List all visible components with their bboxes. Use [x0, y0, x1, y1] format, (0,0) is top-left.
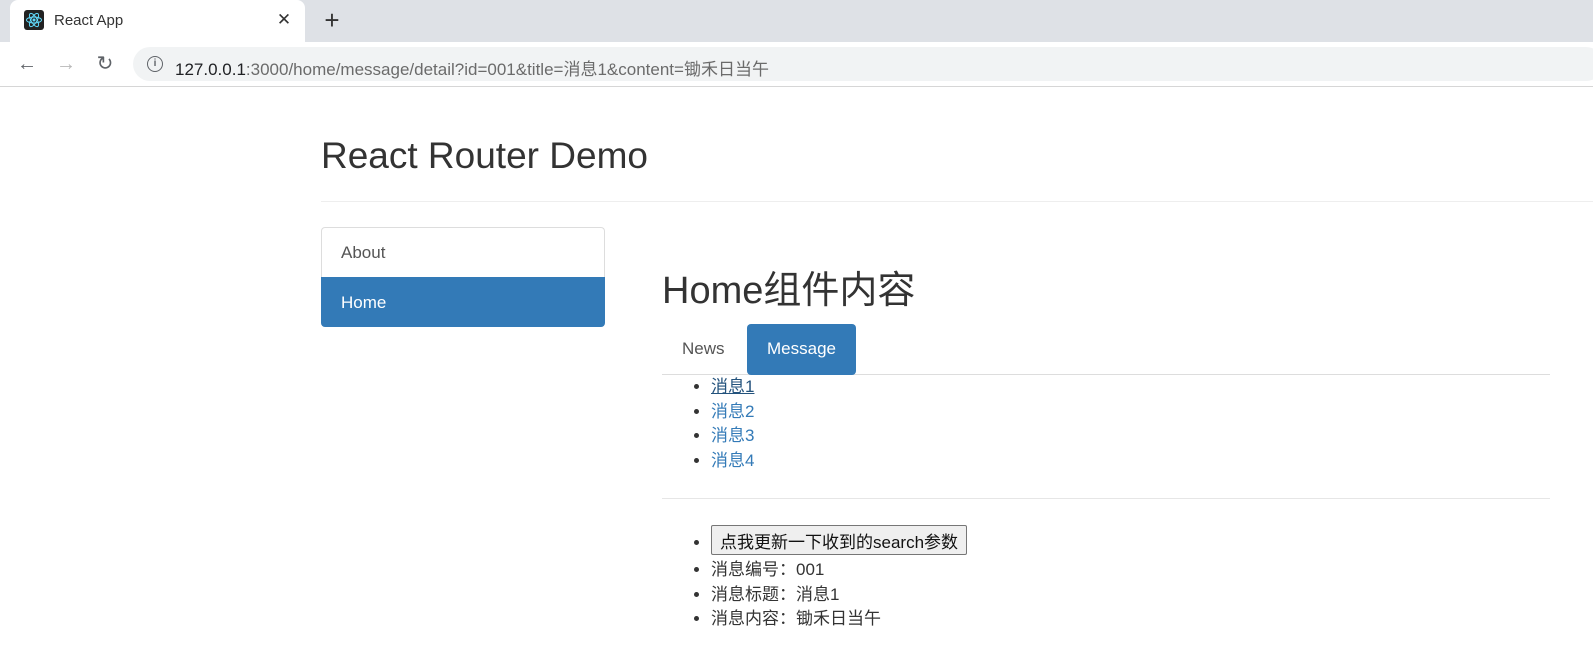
sub-nav-tabs: News Message	[662, 324, 1550, 375]
message-detail: 点我更新一下收到的search参数 消息编号：001 消息标题：消息1 消息内容…	[662, 525, 1550, 632]
list-item: 消息1	[711, 375, 1550, 400]
detail-title: 消息标题：消息1	[711, 583, 1550, 608]
info-icon[interactable]: i	[147, 56, 163, 72]
plus-icon[interactable]: +	[318, 7, 346, 35]
detail-id: 消息编号：001	[711, 558, 1550, 583]
page-title: React Router Demo	[321, 135, 648, 176]
sidebar-item-about[interactable]: About	[321, 227, 605, 277]
home-title: Home组件内容	[662, 270, 916, 312]
back-arrow-icon[interactable]: ←	[13, 50, 41, 78]
forward-arrow-icon[interactable]: →	[52, 50, 80, 78]
reload-icon[interactable]: ↻	[91, 50, 119, 78]
message-link-2[interactable]: 消息2	[711, 402, 754, 421]
address-bar[interactable]: i 127.0.0.1:3000/home/message/detail?id=…	[133, 47, 1593, 81]
list-item: 消息2	[711, 400, 1550, 425]
message-link-4[interactable]: 消息4	[711, 451, 754, 470]
tab-news[interactable]: News	[662, 324, 745, 375]
page-header: React Router Demo	[321, 130, 1593, 202]
browser-tab[interactable]: React App ✕	[10, 0, 305, 42]
url-host: 127.0.0.1	[175, 60, 246, 79]
browser-tabstrip: React App ✕ +	[0, 0, 1593, 42]
message-link-3[interactable]: 消息3	[711, 426, 754, 445]
url-text[interactable]: 127.0.0.1:3000/home/message/detail?id=00…	[175, 55, 769, 80]
update-search-button[interactable]: 点我更新一下收到的search参数	[711, 525, 968, 555]
detail-content: 消息内容：锄禾日当午	[711, 607, 1550, 632]
list-item: 消息4	[711, 449, 1550, 474]
home-panel: Home组件内容 News Message 消息1 消息2 消息3 消息4 点我…	[662, 262, 1550, 632]
list-item: 消息3	[711, 424, 1550, 449]
url-path: :3000/home/message/detail?id=001&title=消…	[245, 60, 769, 79]
browser-toolbar: ← → ↻ i 127.0.0.1:3000/home/message/deta…	[0, 42, 1593, 87]
tab-message[interactable]: Message	[747, 324, 856, 375]
close-icon[interactable]: ✕	[274, 10, 294, 30]
list-item: 点我更新一下收到的search参数	[711, 525, 1550, 558]
message-list: 消息1 消息2 消息3 消息4	[662, 375, 1550, 473]
tab-title: React App	[54, 12, 124, 29]
sidebar-nav: About Home	[321, 227, 605, 327]
divider	[662, 498, 1550, 499]
message-link-1[interactable]: 消息1	[711, 377, 754, 396]
sidebar-item-home[interactable]: Home	[321, 277, 605, 327]
react-logo-icon	[24, 10, 44, 30]
